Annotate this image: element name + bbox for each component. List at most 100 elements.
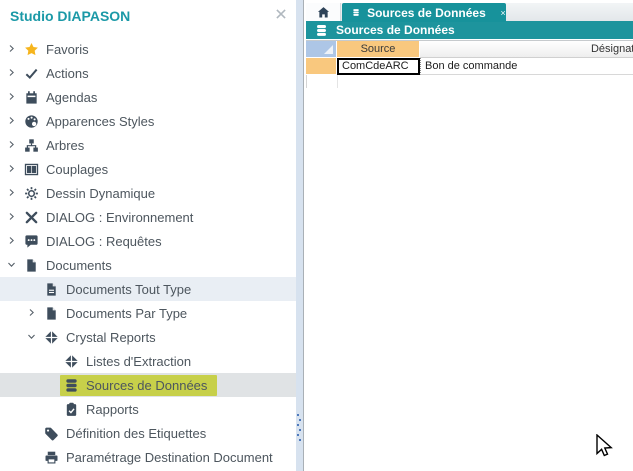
chat-icon <box>24 234 39 249</box>
gem-icon <box>64 354 79 369</box>
printer-icon <box>44 450 59 465</box>
mouse-cursor <box>595 434 617 460</box>
row-header-column-edge <box>306 75 338 88</box>
file-icon <box>44 306 59 321</box>
close-icon[interactable] <box>274 7 288 21</box>
chevron-right-icon[interactable] <box>6 187 24 199</box>
sidebar-item-label: Listes d'Extraction <box>86 354 191 369</box>
sidebar-item-definition-des-etiquettes[interactable]: Définition des Etiquettes <box>0 421 296 445</box>
sidebar-item-label: Documents Par Type <box>66 306 187 321</box>
sidebar-item-apparences-styles[interactable]: Apparences Styles <box>0 109 296 133</box>
chevron-right-icon[interactable] <box>26 307 44 319</box>
main-area: Sources de Données Sources de Données So… <box>304 0 633 471</box>
sidebar-item-label: Couplages <box>46 162 108 177</box>
chevron-right-icon[interactable] <box>6 43 24 55</box>
sidebar-item-label: Rapports <box>86 402 139 417</box>
sidebar-item-label: Paramétrage Destination Document <box>66 450 273 465</box>
splitter-grip-icon <box>297 434 299 436</box>
chevron-down-icon[interactable] <box>26 331 44 343</box>
star-icon <box>24 42 39 57</box>
sidebar-item-crystal-reports[interactable]: Crystal Reports <box>0 325 296 349</box>
sidebar-item-label: Agendas <box>46 90 97 105</box>
table-header-row: Source Désignation <box>306 41 633 58</box>
sidebar-item-couplages[interactable]: Couplages <box>0 157 296 181</box>
sidebar-item-agendas[interactable]: Agendas <box>0 85 296 109</box>
sidebar-item-label: Dessin Dynamique <box>46 186 155 201</box>
file-icon <box>24 258 39 273</box>
tab-label: Sources de Données <box>367 6 486 20</box>
tab-sources-de-donnees[interactable]: Sources de Données <box>342 3 506 22</box>
sidebar-item-label: Définition des Etiquettes <box>66 426 206 441</box>
sidebar-item-label: Arbres <box>46 138 84 153</box>
database-icon <box>352 6 360 19</box>
sidebar-splitter[interactable] <box>296 0 304 471</box>
data-table: Source Désignation ComCdeARC Bon de comm… <box>306 40 633 88</box>
file-lines-icon <box>44 282 59 297</box>
sidebar-item-label: Documents <box>46 258 112 273</box>
chevron-right-icon[interactable] <box>6 139 24 151</box>
splitter-grip-icon <box>299 419 301 421</box>
sidebar-item-label: DIALOG : Environnement <box>46 210 193 225</box>
sidebar-item-label: Actions <box>46 66 89 81</box>
chevron-down-icon[interactable] <box>6 259 24 271</box>
column-header-designation[interactable]: Désignation <box>420 41 633 58</box>
clipboard-icon <box>64 402 79 417</box>
sidebar-item-dialog-environnement[interactable]: DIALOG : Environnement <box>0 205 296 229</box>
tag-icon <box>44 426 59 441</box>
tab-bar: Sources de Données <box>306 3 633 22</box>
palette-icon <box>24 114 39 129</box>
chevron-right-icon[interactable] <box>6 163 24 175</box>
splitter-grip-icon <box>299 429 301 431</box>
gear-icon <box>24 186 39 201</box>
calendar-icon <box>24 90 39 105</box>
sidebar-item-favoris[interactable]: Favoris <box>0 37 296 61</box>
table-row: ComCdeARC Bon de commande <box>306 58 633 75</box>
close-icon[interactable] <box>500 8 506 18</box>
chevron-right-icon[interactable] <box>6 67 24 79</box>
sidebar-item-actions[interactable]: Actions <box>0 61 296 85</box>
panel-title: Sources de Données <box>336 23 455 37</box>
tools-icon <box>24 210 39 225</box>
selection-highlight: Sources de Données <box>60 375 217 396</box>
columns-icon <box>24 162 39 177</box>
sidebar-item-arbres[interactable]: Arbres <box>0 133 296 157</box>
tab-home[interactable] <box>306 3 341 21</box>
database-icon <box>315 24 328 37</box>
select-all-corner[interactable] <box>306 41 337 58</box>
sidebar-item-label: Documents Tout Type <box>66 282 191 297</box>
home-icon <box>317 6 330 19</box>
sidebar-item-listes-d-extraction[interactable]: Listes d'Extraction <box>0 349 296 373</box>
sidebar-item-documents[interactable]: Documents <box>0 253 296 277</box>
sitemap-icon <box>24 138 39 153</box>
sidebar-item-sources-de-donnees[interactable]: Sources de Données <box>0 373 296 397</box>
sidebar-item-label: DIALOG : Requêtes <box>46 234 162 249</box>
sidebar-item-label: Crystal Reports <box>66 330 156 345</box>
panel-header: Sources de Données <box>306 21 633 39</box>
chevron-right-icon[interactable] <box>6 235 24 247</box>
row-header[interactable] <box>306 58 337 75</box>
sidebar-item-dessin-dynamique[interactable]: Dessin Dynamique <box>0 181 296 205</box>
active-cell-source[interactable]: ComCdeARC <box>337 58 420 75</box>
sidebar-item-parametrage-destination-document[interactable]: Paramétrage Destination Document <box>0 445 296 469</box>
splitter-grip-icon <box>297 414 299 416</box>
sidebar-item-label: Apparences Styles <box>46 114 154 129</box>
chevron-right-icon[interactable] <box>6 91 24 103</box>
sidebar-tree: Favoris Actions Agendas Apparences Styles Ar… <box>0 37 296 469</box>
splitter-grip-icon <box>297 424 299 426</box>
sidebar-item-documents-par-type[interactable]: Documents Par Type <box>0 301 296 325</box>
sidebar-item-documents-tout-type[interactable]: Documents Tout Type <box>0 277 296 301</box>
check-icon <box>24 66 39 81</box>
splitter-grip-icon <box>299 439 301 441</box>
database-icon <box>64 378 79 393</box>
column-header-source[interactable]: Source <box>337 41 420 58</box>
sidebar-item-label: Favoris <box>46 42 89 57</box>
sidebar-item-label: Sources de Données <box>86 378 207 393</box>
gem-icon <box>44 330 59 345</box>
sidebar-item-rapports[interactable]: Rapports <box>0 397 296 421</box>
cell-designation[interactable]: Bon de commande <box>420 58 633 75</box>
app-title: Studio DIAPASON <box>10 8 130 24</box>
sidebar-header: Studio DIAPASON <box>0 0 296 34</box>
chevron-right-icon[interactable] <box>6 115 24 127</box>
chevron-right-icon[interactable] <box>6 211 24 223</box>
sidebar-item-dialog-requetes[interactable]: DIALOG : Requêtes <box>0 229 296 253</box>
